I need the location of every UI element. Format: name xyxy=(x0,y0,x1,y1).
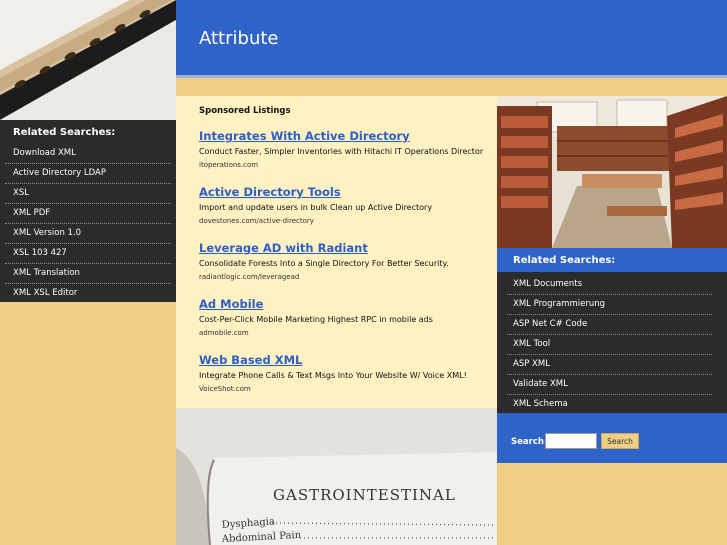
search-label: Search: xyxy=(511,437,548,447)
left-search-link[interactable]: XSL 103 427 xyxy=(5,244,171,264)
listing-url[interactable]: dovestones.com/active-directory xyxy=(199,217,494,225)
listing-url[interactable]: VoiceShot.com xyxy=(199,385,494,393)
listing-url[interactable]: itoperations.com xyxy=(199,161,494,169)
library-image xyxy=(497,96,727,248)
listing: Integrates With Active Directory Conduct… xyxy=(199,129,494,169)
left-header-photo xyxy=(0,0,176,120)
left-search-link[interactable]: XML XSL Editor xyxy=(5,284,171,303)
right-search-link[interactable]: XML Schema xyxy=(507,395,712,414)
page-title: Attribute xyxy=(199,28,279,49)
search-button[interactable]: Search xyxy=(601,433,639,449)
listing-url[interactable]: radiantlogic.com/leveragead xyxy=(199,273,494,281)
right-related-searches-header: Related Searches: xyxy=(497,248,727,272)
header-divider xyxy=(176,75,727,78)
listing-title-link[interactable]: Leverage AD with Radiant xyxy=(199,241,494,255)
sponsored-listings-heading: Sponsored Listings xyxy=(199,106,291,116)
left-search-link[interactable]: XML Translation xyxy=(5,264,171,284)
book-page-photo: GASTROINTESTINAL Dysphagia Abdominal Pai… xyxy=(176,408,497,545)
listing-title-link[interactable]: Ad Mobile xyxy=(199,297,494,311)
left-search-link[interactable]: XML PDF xyxy=(5,204,171,224)
right-search-link[interactable]: XML Documents xyxy=(507,275,712,295)
listing-title-link[interactable]: Web Based XML xyxy=(199,353,494,367)
search-input[interactable] xyxy=(545,433,597,449)
right-related-searches-title: Related Searches: xyxy=(513,255,616,266)
listing: Active Directory Tools Import and update… xyxy=(199,185,494,225)
right-search-link[interactable]: XML Tool xyxy=(507,335,712,355)
left-search-link[interactable]: Active Directory LDAP xyxy=(5,164,171,184)
sponsored-listings: Sponsored Listings Integrates With Activ… xyxy=(176,96,497,408)
right-search-link[interactable]: Validate XML xyxy=(507,375,712,395)
listing-description: Cost-Per-Click Mobile Marketing Highest … xyxy=(199,315,433,324)
search-form: Search: Search xyxy=(497,413,727,463)
left-search-link[interactable]: XSL xyxy=(5,184,171,204)
left-related-searches: Related Searches: Download XML Active Di… xyxy=(0,120,176,302)
left-related-searches-title: Related Searches: xyxy=(13,127,116,138)
book-spine-image xyxy=(0,0,176,120)
listing-title-link[interactable]: Integrates With Active Directory xyxy=(199,129,494,143)
listing-description: Conduct Faster, Simpler Inventories with… xyxy=(199,147,484,156)
right-related-searches-list: XML Documents XML Programmierung ASP Net… xyxy=(497,272,727,414)
right-search-link[interactable]: XML Programmierung xyxy=(507,295,712,315)
listing: Ad Mobile Cost-Per-Click Mobile Marketin… xyxy=(199,297,494,337)
right-search-link[interactable]: ASP XML xyxy=(507,355,712,375)
listing: Leverage AD with Radiant Consolidate For… xyxy=(199,241,494,281)
listing-description: Integrate Phone Calls & Text Msgs Into Y… xyxy=(199,371,467,380)
book-heading-text: GASTROINTESTINAL xyxy=(273,486,456,504)
left-search-link[interactable]: XML Version 1.0 xyxy=(5,224,171,244)
right-related-searches: XML Documents XML Programmierung ASP Net… xyxy=(497,272,727,413)
listing-description: Consolidate Forests Into a Single Direct… xyxy=(199,259,449,268)
listing-title-link[interactable]: Active Directory Tools xyxy=(199,185,494,199)
left-search-link[interactable]: Download XML xyxy=(5,144,171,164)
left-related-searches-list: Download XML Active Directory LDAP XSL X… xyxy=(0,144,176,303)
listing-url[interactable]: admobile.com xyxy=(199,329,494,337)
site-header: Attribute xyxy=(176,0,727,75)
listing: Web Based XML Integrate Phone Calls & Te… xyxy=(199,353,494,393)
library-photo xyxy=(497,96,727,248)
listing-description: Import and update users in bulk Clean up… xyxy=(199,203,433,212)
right-search-link[interactable]: ASP Net C# Code xyxy=(507,315,712,335)
open-book-image: GASTROINTESTINAL Dysphagia Abdominal Pai… xyxy=(176,408,497,545)
